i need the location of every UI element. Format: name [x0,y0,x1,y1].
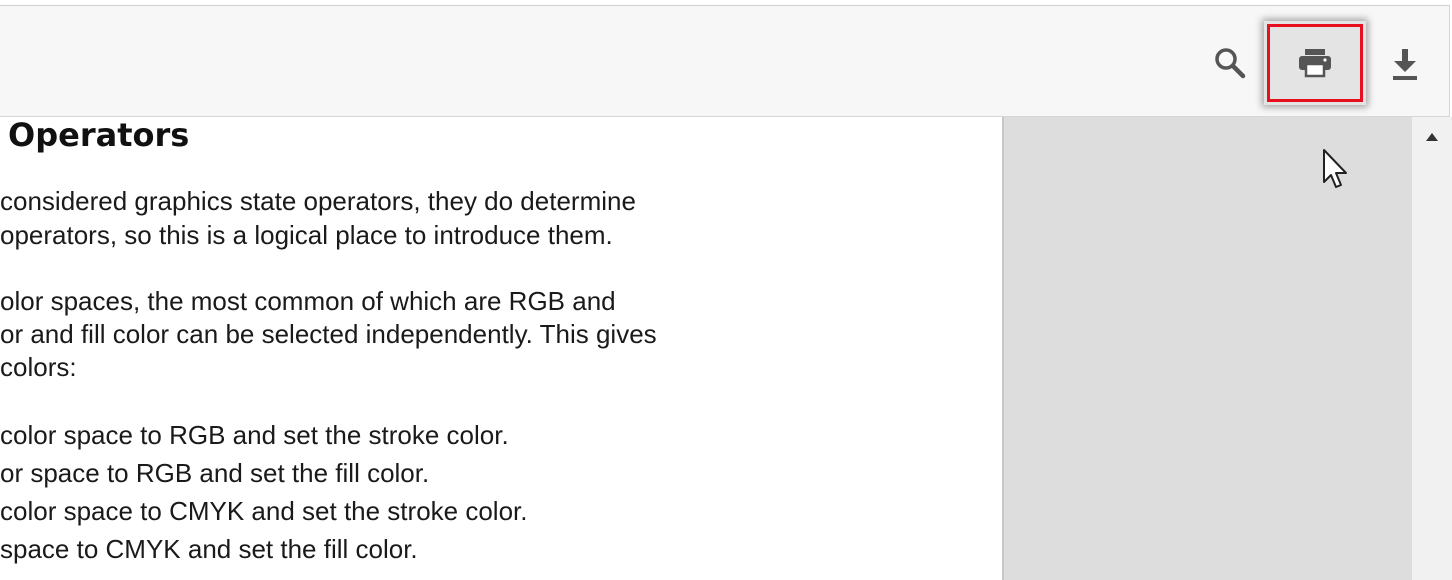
print-icon [1299,49,1331,78]
triangle-up-icon [1426,133,1438,141]
text-line: space to CMYK and set the fill color. [0,534,418,564]
text-line: operators, so this is a logical place to… [0,220,613,250]
viewer-side-panel [1002,117,1412,580]
text-line: or and fill color can be selected indepe… [0,319,657,349]
print-button[interactable] [1264,21,1366,105]
viewer-toolbar [0,5,1450,117]
text-line: colors: [0,352,77,382]
download-button[interactable] [1382,36,1428,92]
download-icon [1393,49,1417,80]
vertical-scrollbar[interactable] [1412,117,1452,580]
scroll-up-button[interactable] [1412,125,1452,149]
text-line: color space to RGB and set the stroke co… [0,420,509,450]
search-button[interactable] [1205,36,1255,90]
text-line: color space to CMYK and set the stroke c… [0,496,528,526]
search-icon [1215,48,1246,79]
pdf-page: Operators considered graphics state oper… [0,117,1002,580]
text-line: olor spaces, the most common of which ar… [0,286,616,316]
text-line: or space to RGB and set the fill color. [0,458,430,488]
text-line: considered graphics state operators, the… [0,186,636,216]
section-heading: Operators [8,117,190,154]
